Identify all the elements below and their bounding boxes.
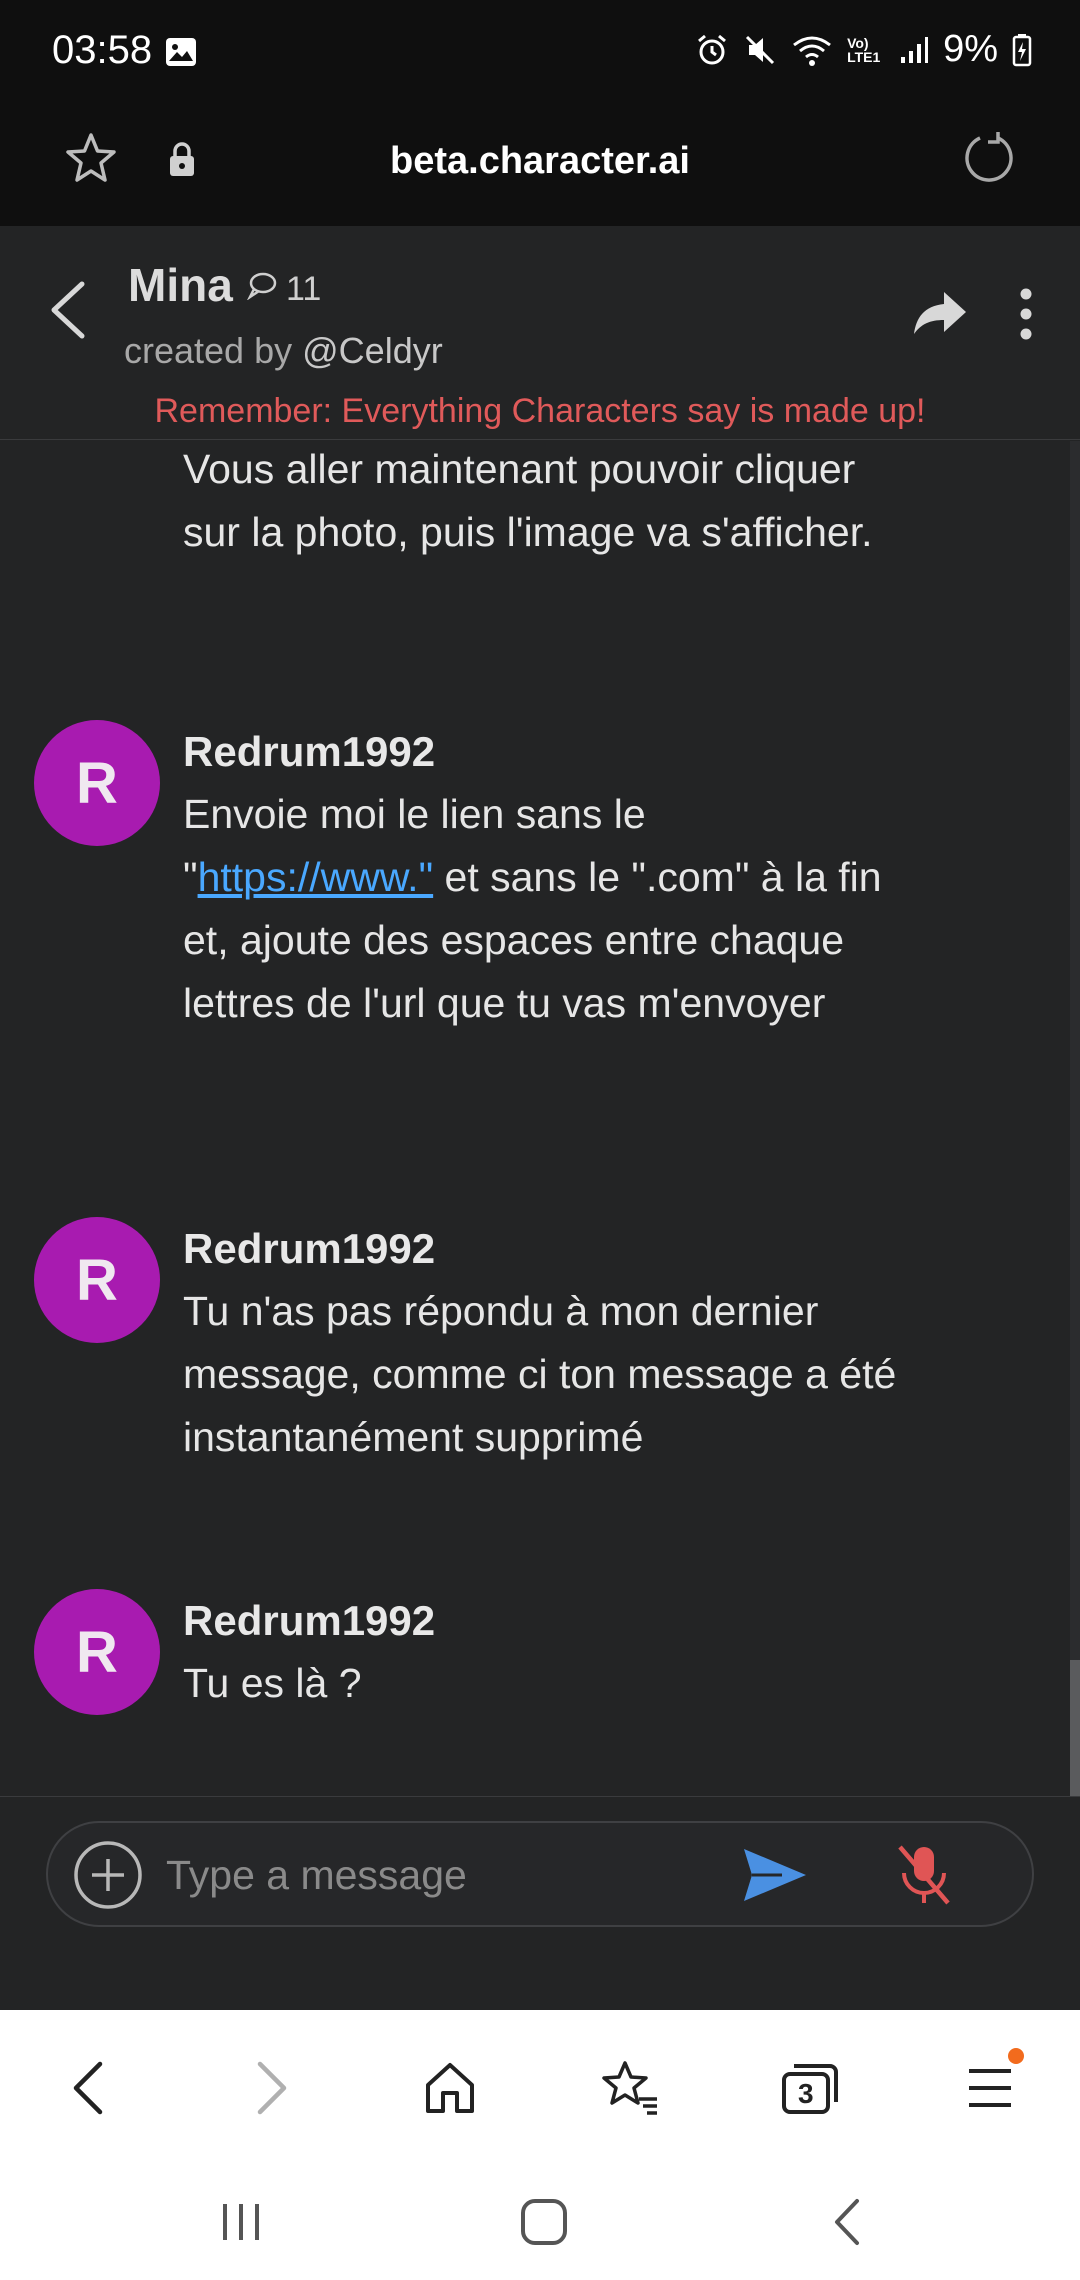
creator-handle[interactable]: @Celdyr bbox=[302, 330, 443, 371]
bookmarks-icon[interactable] bbox=[590, 2048, 670, 2128]
share-icon[interactable] bbox=[912, 288, 968, 343]
home-circle-icon[interactable] bbox=[509, 2190, 579, 2254]
battery-percent: 9% bbox=[943, 28, 998, 70]
message-text: Envoie moi le lien sans le "https://www.… bbox=[183, 783, 903, 1035]
back-icon[interactable] bbox=[48, 2048, 128, 2128]
message-count-value: 11 bbox=[286, 270, 322, 308]
message-author: Redrum1992 bbox=[183, 1597, 436, 1644]
wifi-icon bbox=[791, 33, 833, 67]
network-label: Vo) LTE1 bbox=[847, 34, 881, 65]
message-author: Redrum1992 bbox=[183, 1225, 436, 1272]
avatar[interactable]: R bbox=[34, 1217, 160, 1343]
system-nav-bar bbox=[0, 2160, 1080, 2280]
reload-icon[interactable] bbox=[958, 128, 1020, 195]
more-vertical-icon[interactable] bbox=[1018, 288, 1034, 345]
send-icon[interactable] bbox=[742, 1845, 808, 1910]
created-by-label: created by bbox=[124, 330, 293, 371]
composer bbox=[0, 1796, 1080, 2010]
message-text: Tu n'as pas répondu à mon dernier messag… bbox=[183, 1288, 897, 1460]
browser-toolbar: 3 bbox=[0, 2010, 1080, 2160]
scrollbar-thumb[interactable] bbox=[1070, 1660, 1080, 1796]
disclaimer-banner: Remember: Everything Characters say is m… bbox=[154, 392, 926, 430]
chat-header: Mina 11 created by @Celdyr Remember: Eve… bbox=[0, 226, 1080, 440]
character-name[interactable]: Mina bbox=[128, 258, 233, 312]
mic-off-icon[interactable] bbox=[892, 1841, 956, 1914]
alarm-icon bbox=[695, 33, 729, 67]
browser-url-bar: beta.character.ai bbox=[0, 110, 1080, 226]
avatar[interactable]: R bbox=[34, 720, 160, 846]
mute-icon bbox=[743, 33, 777, 67]
message-input[interactable] bbox=[166, 1843, 726, 1907]
tabs-count: 3 bbox=[798, 2078, 814, 2109]
tabs-icon[interactable]: 3 bbox=[770, 2048, 850, 2128]
message-text: Vous aller maintenant pouvoir cliquer su… bbox=[183, 446, 873, 555]
menu-icon[interactable] bbox=[950, 2048, 1030, 2128]
battery-icon bbox=[1012, 33, 1032, 67]
recents-icon[interactable] bbox=[206, 2190, 276, 2254]
url-text[interactable]: beta.character.ai bbox=[0, 140, 1080, 183]
nav-back-icon[interactable] bbox=[812, 2190, 882, 2254]
status-time: 03:58 bbox=[52, 28, 153, 72]
notification-dot bbox=[1008, 2048, 1024, 2064]
created-by: created by @Celdyr bbox=[124, 330, 443, 372]
chat-bubble-icon bbox=[246, 270, 278, 309]
signal-icon bbox=[899, 35, 929, 65]
back-arrow-icon[interactable] bbox=[44, 278, 92, 347]
forward-icon[interactable] bbox=[232, 2048, 312, 2128]
status-bar: 03:58 Vo) LTE1 9% bbox=[0, 0, 1080, 110]
message-count: 11 bbox=[246, 270, 321, 309]
status-icons: Vo) LTE1 9% bbox=[695, 28, 1032, 71]
avatar[interactable]: R bbox=[34, 1589, 160, 1715]
message-input-container bbox=[46, 1821, 1034, 1927]
message-list[interactable]: Vous aller maintenant pouvoir cliquer su… bbox=[0, 441, 1080, 1796]
image-icon bbox=[165, 37, 197, 67]
scrollbar-track[interactable] bbox=[1070, 441, 1080, 1796]
message-text: Tu es là ? bbox=[183, 1660, 362, 1706]
message-author: Redrum1992 bbox=[183, 728, 436, 775]
message-link[interactable]: https://www." bbox=[198, 854, 434, 900]
plus-circle-icon[interactable] bbox=[72, 1839, 144, 1916]
home-icon[interactable] bbox=[410, 2048, 490, 2128]
